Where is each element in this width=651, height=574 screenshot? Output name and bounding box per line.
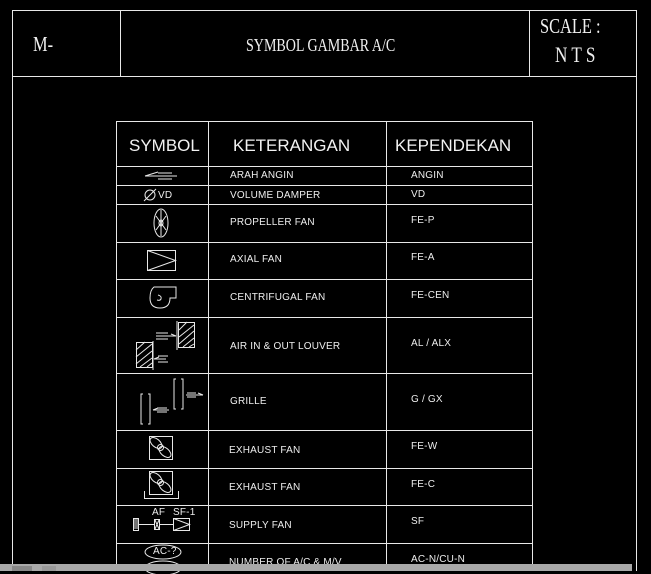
table-row-line [116, 166, 533, 167]
symbol-text: VD [158, 190, 173, 201]
header-keterangan: KETERANGAN [233, 136, 351, 155]
exhaust-fan-wall-icon [149, 436, 173, 460]
supply-fan-icon [133, 518, 191, 531]
grille-icon [140, 378, 204, 425]
air-direction-arrow-icon [144, 171, 177, 180]
kependekan: FE-C [411, 479, 436, 490]
tag-label-ac: AC-? [153, 546, 177, 557]
kependekan: FE-P [411, 215, 435, 226]
title-block-divider [12, 76, 637, 77]
horizontal-scrollbar[interactable] [0, 564, 632, 571]
frame-right [636, 10, 637, 571]
table-col-sep-2 [386, 121, 387, 571]
louver-icon [135, 321, 195, 370]
table-row-line [116, 242, 533, 243]
kependekan: FE-A [411, 252, 435, 263]
keterangan: SUPPLY FAN [229, 520, 292, 531]
table-col-sep-1 [208, 121, 209, 571]
sheet-number: M- [33, 32, 54, 56]
volume-damper-icon [143, 188, 157, 202]
title-block-sep-1 [120, 10, 121, 77]
kependekan: FE-W [411, 441, 438, 452]
kependekan: SF [411, 516, 425, 527]
table-border-right [532, 121, 533, 571]
title-block-sep-2 [529, 10, 530, 77]
keterangan: EXHAUST FAN [229, 445, 301, 456]
header-kependekan: KEPENDEKAN [395, 136, 512, 155]
keterangan: CENTRIFUGAL FAN [230, 292, 326, 303]
kependekan: G / GX [411, 394, 443, 405]
scale-value: N T S [555, 42, 596, 67]
keterangan: PROPELLER FAN [230, 217, 315, 228]
scrollbar-thumb[interactable] [42, 566, 56, 571]
kependekan: FE-CEN [411, 290, 450, 301]
keterangan: AXIAL FAN [230, 254, 283, 265]
drawing-title: SYMBOL GAMBAR A/C [246, 35, 396, 55]
frame-top [12, 10, 637, 11]
centrifugal-fan-icon [149, 286, 177, 309]
table-row-line [116, 373, 533, 374]
kependekan: ANGIN [411, 170, 444, 181]
frame-left [12, 10, 13, 571]
table-row-line [116, 279, 533, 280]
axial-fan-icon [147, 250, 177, 271]
keterangan: GRILLE [230, 396, 267, 407]
table-row-line [116, 505, 533, 506]
table-row-line [116, 317, 533, 318]
scroll-left-button[interactable] [12, 566, 32, 571]
table-row-line [116, 185, 533, 186]
table-row-line [116, 204, 533, 205]
header-symbol: SYMBOL [129, 136, 200, 155]
kependekan: VD [411, 189, 426, 200]
table-row-line [116, 121, 533, 122]
table-row-line [116, 430, 533, 431]
keterangan: VOLUME DAMPER [230, 190, 321, 201]
exhaust-fan-ceiling-icon [144, 471, 179, 499]
keterangan: EXHAUST FAN [229, 482, 301, 493]
table-row-line [116, 468, 533, 469]
table-border-left [116, 121, 117, 571]
kependekan: AL / ALX [411, 338, 452, 349]
propeller-fan-icon [153, 208, 169, 238]
keterangan: AIR IN & OUT LOUVER [230, 341, 341, 352]
scale-label: SCALE : [540, 14, 601, 38]
keterangan: ARAH ANGIN [230, 170, 294, 181]
